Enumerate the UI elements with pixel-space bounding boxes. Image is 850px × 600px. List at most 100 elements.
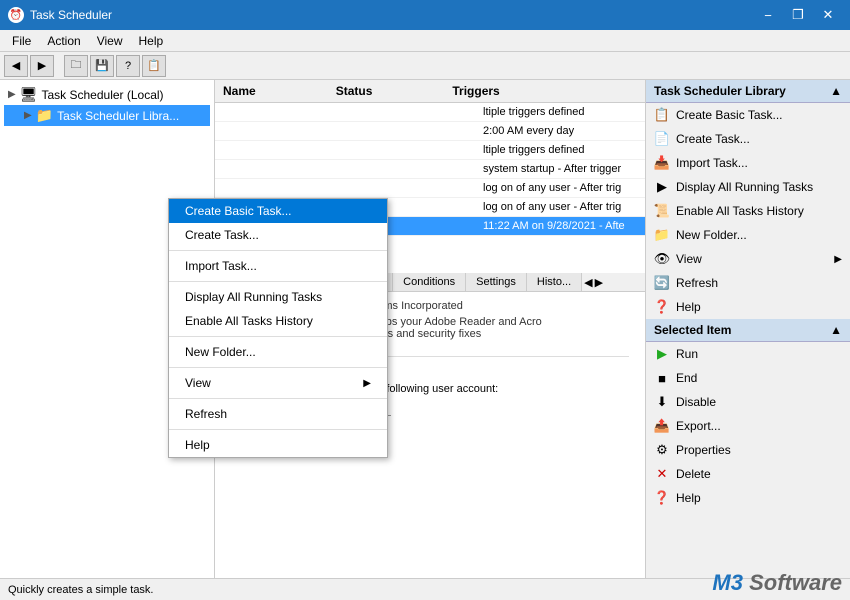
ctx-sep-4 [169, 367, 387, 368]
ctx-view[interactable]: View ▶ [169, 371, 387, 395]
help-toolbar-button[interactable]: ? [116, 55, 140, 77]
ctx-sep-2 [169, 281, 387, 282]
minimize-button[interactable]: − [754, 4, 782, 26]
menu-file[interactable]: File [4, 32, 39, 50]
task-status-cell [403, 220, 483, 232]
ctx-new-folder[interactable]: New Folder... [169, 340, 387, 364]
task-status-cell [403, 144, 483, 156]
action-disable[interactable]: ⬇ Disable [646, 390, 850, 414]
title-bar: ⏰ Task Scheduler − ❐ ✕ [0, 0, 850, 30]
task-status-cell [403, 125, 483, 137]
ctx-display-running[interactable]: Display All Running Tasks [169, 285, 387, 309]
action-end[interactable]: ■ End [646, 366, 850, 390]
ctx-sep-5 [169, 398, 387, 399]
action-create-basic[interactable]: 📋 Create Basic Task... [646, 103, 850, 127]
ctx-create-basic[interactable]: Create Basic Task... [169, 199, 387, 223]
action-refresh-label: Refresh [676, 276, 718, 290]
tab-scroll-right[interactable]: ▶ [595, 273, 603, 291]
open-button[interactable]: 🗀 [64, 55, 88, 77]
action-create-task-label: Create Task... [676, 132, 750, 146]
tab-conditions[interactable]: Conditions [393, 273, 466, 291]
ctx-view-arrow: ▶ [363, 378, 371, 389]
tree-item-library[interactable]: ▶ 📁 Task Scheduler Libra... [4, 105, 210, 126]
properties-icon: ⚙ [654, 442, 670, 458]
create-basic-icon: 📋 [654, 107, 670, 123]
view-icon: 👁 [654, 251, 670, 267]
ctx-import[interactable]: Import Task... [169, 254, 387, 278]
ctx-create-task[interactable]: Create Task... [169, 223, 387, 247]
action-view-label: View [676, 252, 702, 266]
table-row[interactable]: 2:00 AM every day [215, 122, 645, 141]
restore-button[interactable]: ❐ [784, 4, 812, 26]
watermark: M3 Software [712, 570, 842, 596]
actions-selected-label: Selected Item [654, 323, 731, 337]
action-enable-history-label: Enable All Tasks History [676, 204, 804, 218]
task-trigger-cell: 2:00 AM every day [483, 125, 637, 137]
menu-action[interactable]: Action [39, 32, 88, 50]
table-row[interactable]: system startup - After trigger [215, 160, 645, 179]
action-import[interactable]: 📥 Import Task... [646, 151, 850, 175]
action-create-task[interactable]: 📄 Create Task... [646, 127, 850, 151]
col-name: Name [223, 84, 256, 98]
clipboard-button[interactable]: 📋 [142, 55, 166, 77]
task-name-cell [223, 182, 403, 194]
action-delete-label: Delete [676, 467, 711, 481]
task-status-cell [403, 163, 483, 175]
actions-section-title-selected: Selected Item ▲ [646, 319, 850, 342]
ctx-enable-history-label: Enable All Tasks History [185, 314, 313, 328]
action-enable-history[interactable]: 📜 Enable All Tasks History [646, 199, 850, 223]
tree-item-local[interactable]: ▶ 🖥 Task Scheduler (Local) [4, 84, 210, 105]
tab-settings[interactable]: Settings [466, 273, 527, 291]
ctx-sep-6 [169, 429, 387, 430]
back-button[interactable]: ◀ [4, 55, 28, 77]
action-delete[interactable]: ✕ Delete [646, 462, 850, 486]
forward-button[interactable]: ▶ [30, 55, 54, 77]
help-selected-icon: ❓ [654, 490, 670, 506]
save-button[interactable]: 💾 [90, 55, 114, 77]
action-view[interactable]: 👁 View ▶ [646, 247, 850, 271]
table-row[interactable]: ltiple triggers defined [215, 141, 645, 160]
action-run[interactable]: ▶ Run [646, 342, 850, 366]
actions-panel: Task Scheduler Library ▲ 📋 Create Basic … [645, 80, 850, 578]
table-row[interactable]: ltiple triggers defined [215, 103, 645, 122]
action-export[interactable]: 📤 Export... [646, 414, 850, 438]
table-row[interactable]: log on of any user - After trig [215, 179, 645, 198]
menu-help[interactable]: Help [131, 32, 172, 50]
status-text: Quickly creates a simple task. [8, 584, 154, 596]
ctx-create-task-label: Create Task... [185, 228, 259, 242]
ctx-sep-1 [169, 250, 387, 251]
watermark-prefix: M3 [712, 570, 743, 595]
ctx-help[interactable]: Help [169, 433, 387, 457]
task-name-cell [223, 163, 403, 175]
ctx-enable-history[interactable]: Enable All Tasks History [169, 309, 387, 333]
close-button[interactable]: ✕ [814, 4, 842, 26]
action-display-running[interactable]: ▶ Display All Running Tasks [646, 175, 850, 199]
action-create-basic-label: Create Basic Task... [676, 108, 783, 122]
tab-history[interactable]: Histo... [527, 273, 582, 291]
action-help-selected[interactable]: ❓ Help [646, 486, 850, 510]
selected-collapse-icon[interactable]: ▲ [830, 323, 842, 337]
create-task-icon: 📄 [654, 131, 670, 147]
tab-scroll-left[interactable]: ◀ [584, 273, 592, 291]
run-icon: ▶ [654, 346, 670, 362]
ctx-refresh[interactable]: Refresh [169, 402, 387, 426]
ctx-refresh-label: Refresh [185, 407, 227, 421]
task-name-cell [223, 144, 403, 156]
help-library-icon: ❓ [654, 299, 670, 315]
main-area: ▶ 🖥 Task Scheduler (Local) ▶ 📁 Task Sche… [0, 80, 850, 578]
action-refresh[interactable]: 🔄 Refresh [646, 271, 850, 295]
action-help-library[interactable]: ❓ Help [646, 295, 850, 319]
task-name-cell [223, 106, 403, 118]
action-properties[interactable]: ⚙ Properties [646, 438, 850, 462]
action-help-library-label: Help [676, 300, 701, 314]
action-display-running-label: Display All Running Tasks [676, 180, 813, 194]
enable-history-icon: 📜 [654, 203, 670, 219]
action-help-selected-label: Help [676, 491, 701, 505]
actions-section-title-library: Task Scheduler Library ▲ [646, 80, 850, 103]
import-icon: 📥 [654, 155, 670, 171]
menu-view[interactable]: View [89, 32, 131, 50]
action-properties-label: Properties [676, 443, 731, 457]
action-new-folder[interactable]: 📁 New Folder... [646, 223, 850, 247]
tree-item-library-label: Task Scheduler Libra... [57, 109, 179, 123]
actions-collapse-icon[interactable]: ▲ [830, 84, 842, 98]
